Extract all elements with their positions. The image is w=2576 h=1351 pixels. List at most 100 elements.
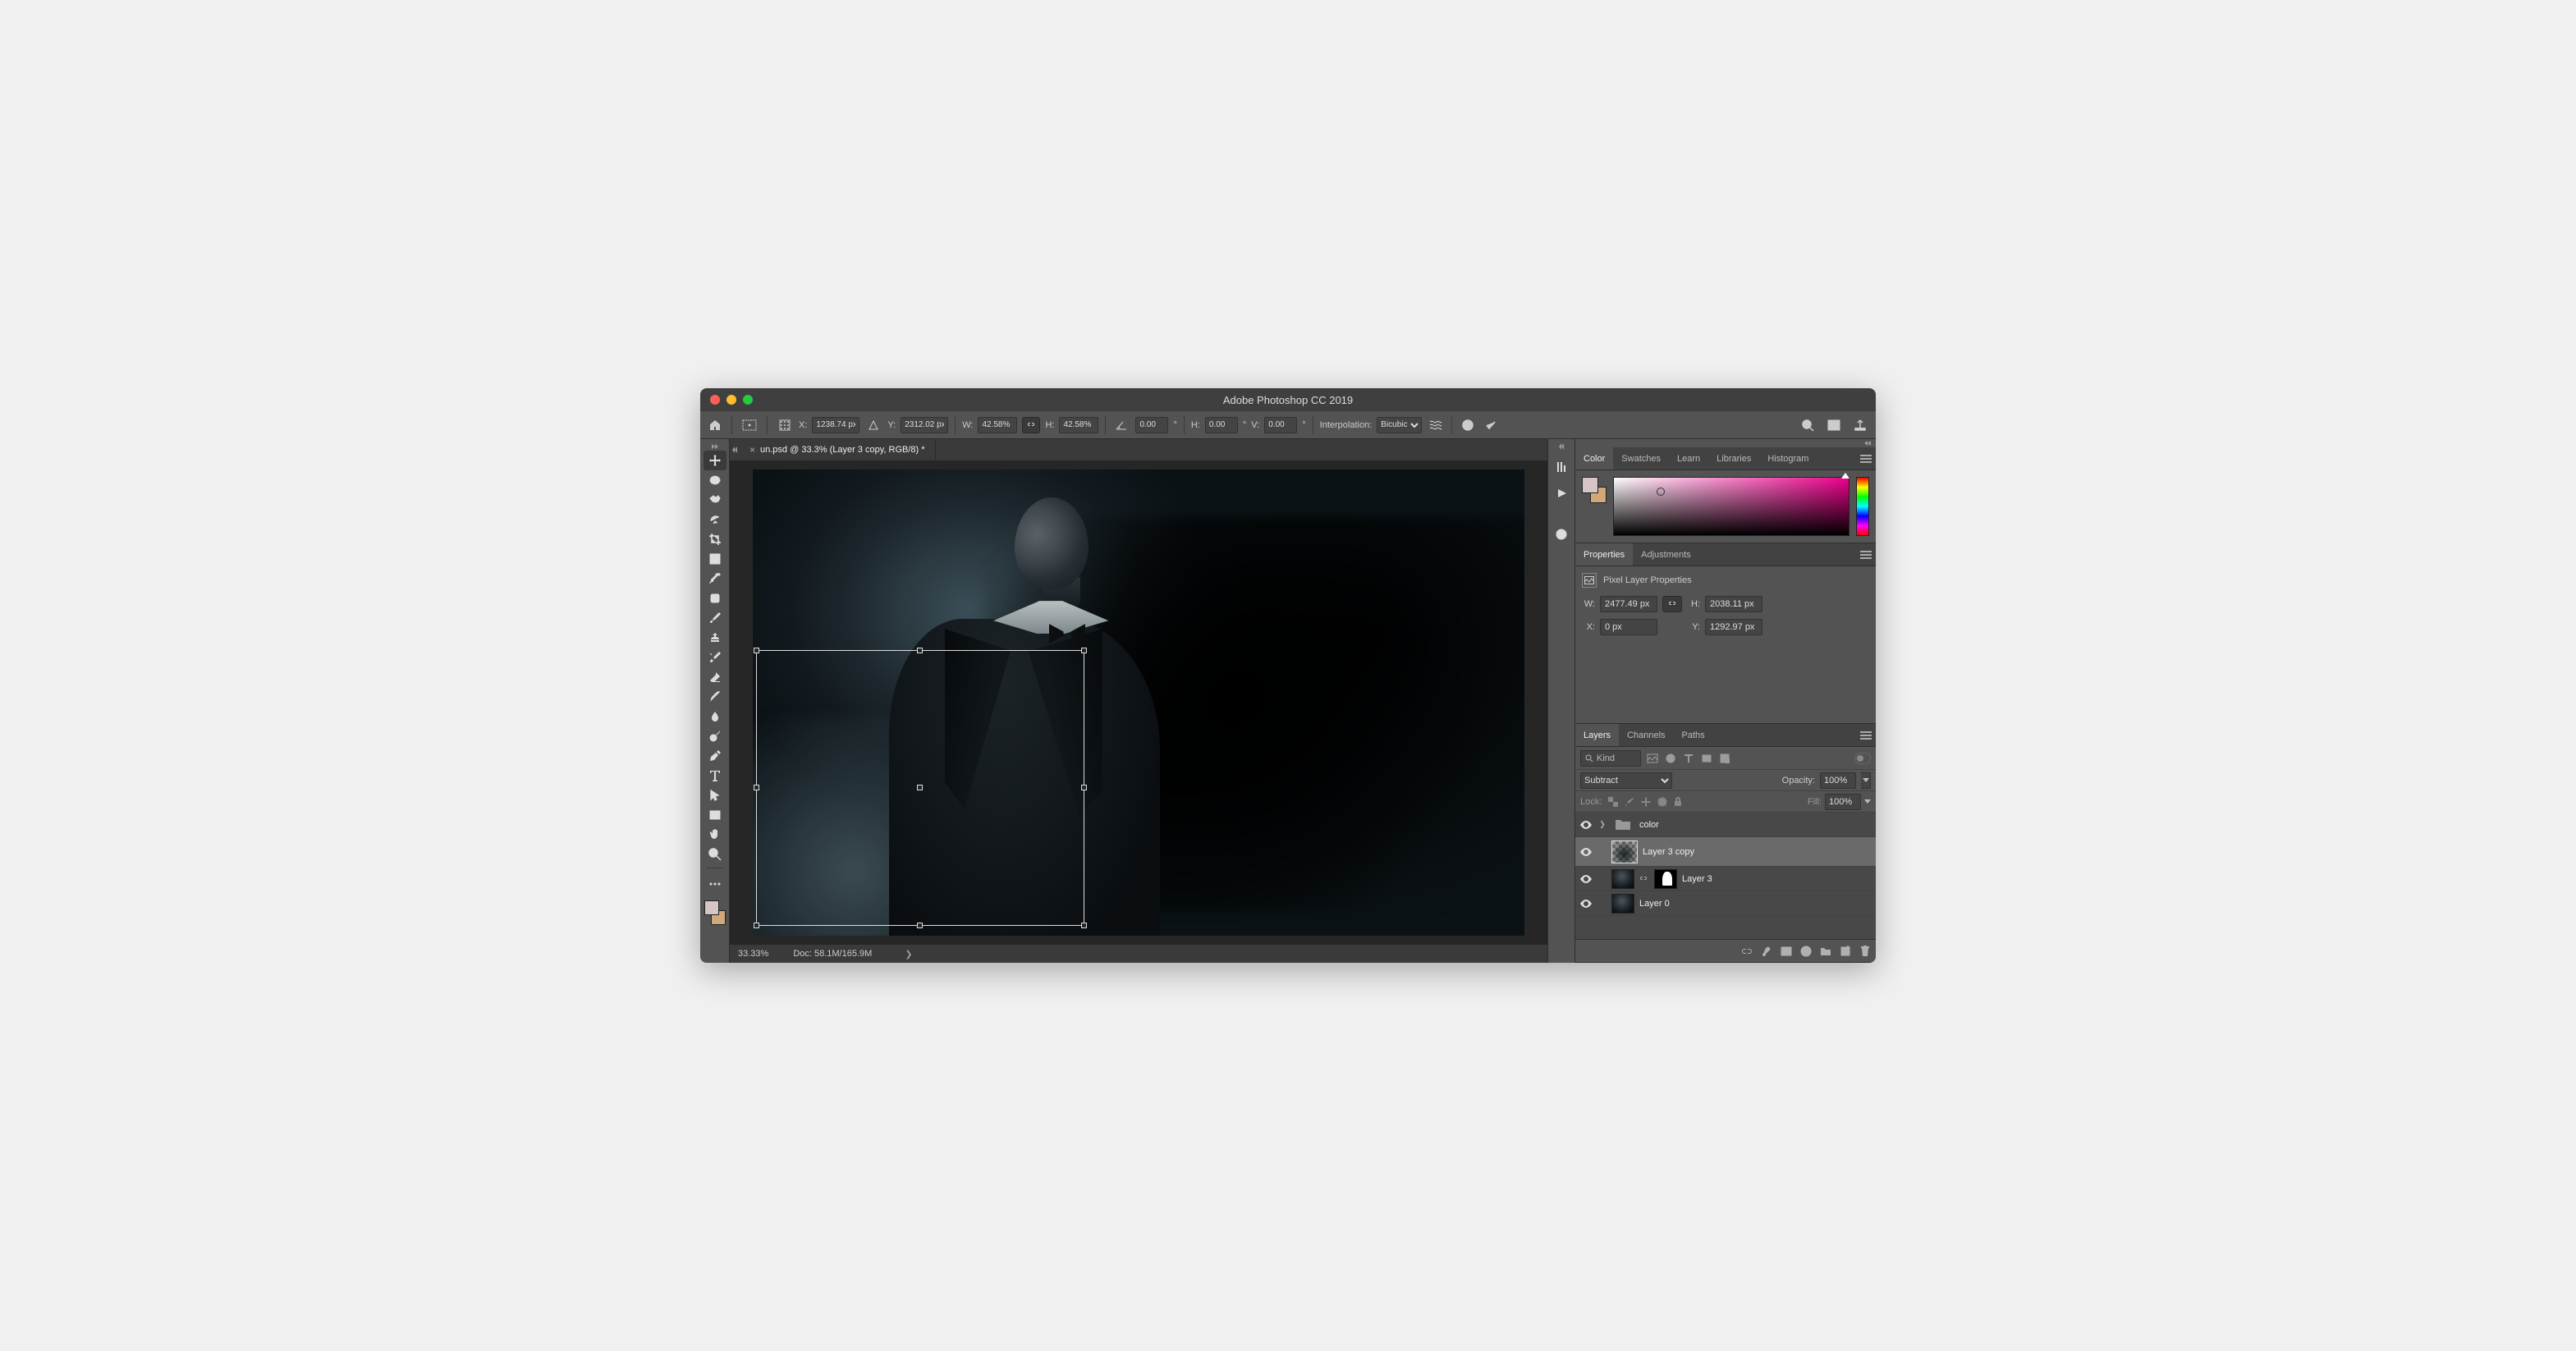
visibility-toggle[interactable]: [1579, 898, 1593, 909]
home-button[interactable]: [707, 417, 723, 433]
adjustments-tab[interactable]: Adjustments: [1633, 543, 1699, 566]
channels-tab[interactable]: Channels: [1619, 724, 1673, 746]
prop-w-input[interactable]: [1600, 596, 1657, 612]
panels-collapse-icon[interactable]: [1575, 439, 1876, 447]
layer-mask-button[interactable]: [1781, 946, 1792, 957]
workspace-button[interactable]: [1825, 416, 1843, 434]
layer-thumbnail[interactable]: [1611, 869, 1634, 889]
type-tool[interactable]: [704, 766, 727, 785]
mask-link-icon[interactable]: [1639, 875, 1649, 883]
prop-x-input[interactable]: [1600, 619, 1657, 635]
interp-select[interactable]: Bicubic: [1377, 417, 1422, 433]
new-layer-button[interactable]: [1840, 946, 1851, 957]
transform-mode-icon[interactable]: [740, 416, 759, 434]
visibility-toggle[interactable]: [1579, 819, 1593, 831]
skew-h-input[interactable]: [1205, 417, 1238, 433]
document-tab[interactable]: × un.psd @ 33.3% (Layer 3 copy, RGB/8) *: [740, 439, 936, 460]
minimize-button[interactable]: [727, 395, 736, 405]
tabbar-collapse-icon[interactable]: [730, 439, 740, 460]
opacity-dropdown-icon[interactable]: [1861, 772, 1871, 789]
swatches-tab[interactable]: Swatches: [1613, 447, 1669, 469]
color-swatches[interactable]: [703, 900, 727, 925]
reference-point-icon[interactable]: [776, 416, 794, 434]
layer-row-group[interactable]: ❯ color: [1575, 813, 1876, 837]
close-tab-icon[interactable]: ×: [749, 444, 755, 456]
lock-artboard-icon[interactable]: [1657, 797, 1667, 807]
filter-toggle[interactable]: [1854, 753, 1871, 764]
layers-menu-icon[interactable]: [1856, 724, 1876, 746]
layers-tab[interactable]: Layers: [1575, 724, 1619, 746]
properties-tab[interactable]: Properties: [1575, 543, 1633, 566]
visibility-toggle[interactable]: [1579, 873, 1593, 885]
eraser-tool[interactable]: [704, 667, 727, 687]
paths-tab[interactable]: Paths: [1674, 724, 1713, 746]
layer-row[interactable]: Layer 0: [1575, 891, 1876, 916]
path-select-tool[interactable]: [704, 785, 727, 805]
visibility-toggle[interactable]: [1579, 846, 1593, 858]
prop-link-button[interactable]: [1662, 596, 1682, 612]
foreground-color[interactable]: [704, 900, 719, 915]
filter-type-icon[interactable]: [1682, 752, 1695, 765]
layer-name[interactable]: Layer 3: [1682, 874, 1712, 884]
lock-all-icon[interactable]: [1674, 797, 1682, 807]
libraries-tab[interactable]: Libraries: [1708, 447, 1759, 469]
delete-layer-button[interactable]: [1859, 946, 1871, 957]
healing-brush-tool[interactable]: [704, 588, 727, 608]
disclosure-icon[interactable]: ❯: [1598, 820, 1607, 829]
filter-smart-icon[interactable]: [1718, 752, 1731, 765]
eyedropper-tool[interactable]: [704, 569, 727, 588]
layer-thumbnail[interactable]: [1611, 840, 1638, 863]
fill-dropdown-icon[interactable]: [1864, 799, 1871, 804]
opacity-input[interactable]: [1820, 772, 1856, 789]
gradient-tool[interactable]: [704, 687, 727, 707]
fg-chip[interactable]: [1582, 477, 1598, 493]
zoom-tool[interactable]: [704, 845, 727, 864]
layer-row[interactable]: Layer 3: [1575, 867, 1876, 891]
link-layers-button[interactable]: [1741, 946, 1753, 957]
search-button[interactable]: [1799, 416, 1817, 434]
frame-tool[interactable]: [704, 549, 727, 569]
y-input[interactable]: [901, 417, 948, 433]
color-field[interactable]: [1613, 477, 1849, 536]
hue-slider[interactable]: [1856, 477, 1869, 536]
lasso-tool[interactable]: [704, 490, 727, 510]
cancel-transform-button[interactable]: [1459, 416, 1477, 434]
lock-trans-icon[interactable]: [1608, 797, 1618, 807]
crop-tool[interactable]: [704, 529, 727, 549]
layer-filter-kind[interactable]: Kind: [1580, 750, 1641, 767]
filter-shape-icon[interactable]: [1700, 752, 1713, 765]
dodge-tool[interactable]: [704, 726, 727, 746]
histogram-tab[interactable]: Histogram: [1759, 447, 1817, 469]
layer-row-selected[interactable]: Layer 3 copy: [1575, 837, 1876, 867]
shape-tool[interactable]: [704, 805, 727, 825]
actions-icon[interactable]: [1551, 483, 1572, 503]
move-tool[interactable]: [704, 451, 727, 470]
layer-name[interactable]: color: [1639, 820, 1659, 830]
canvas-area[interactable]: [730, 460, 1547, 945]
learn-tab[interactable]: Learn: [1669, 447, 1708, 469]
smudge-tool[interactable]: [704, 707, 727, 726]
pen-tool[interactable]: [704, 746, 727, 766]
close-button[interactable]: [710, 395, 720, 405]
brush-tool[interactable]: [704, 608, 727, 628]
layer-mask-thumbnail[interactable]: [1654, 869, 1677, 889]
dock-collapse-icon[interactable]: [1548, 442, 1574, 451]
brush-settings-icon[interactable]: [1551, 457, 1572, 477]
layer-style-button[interactable]: [1761, 946, 1772, 957]
layer-thumbnail[interactable]: [1611, 894, 1634, 914]
filter-pixel-icon[interactable]: [1646, 752, 1659, 765]
blend-mode-select[interactable]: Subtract: [1580, 772, 1672, 789]
new-group-button[interactable]: [1820, 946, 1831, 957]
toolbar-collapse-icon[interactable]: [700, 442, 729, 451]
color-chips[interactable]: [1582, 477, 1607, 503]
lock-image-icon[interactable]: [1625, 797, 1634, 807]
properties-menu-icon[interactable]: [1856, 543, 1876, 566]
prop-y-input[interactable]: [1705, 619, 1762, 635]
color-tab[interactable]: Color: [1575, 447, 1613, 469]
maximize-button[interactable]: [743, 395, 753, 405]
history-brush-tool[interactable]: [704, 648, 727, 667]
navigator-icon[interactable]: [1551, 524, 1572, 544]
layer-name[interactable]: Layer 3 copy: [1643, 847, 1694, 857]
layer-name[interactable]: Layer 0: [1639, 899, 1670, 909]
delta-icon[interactable]: [864, 416, 882, 434]
